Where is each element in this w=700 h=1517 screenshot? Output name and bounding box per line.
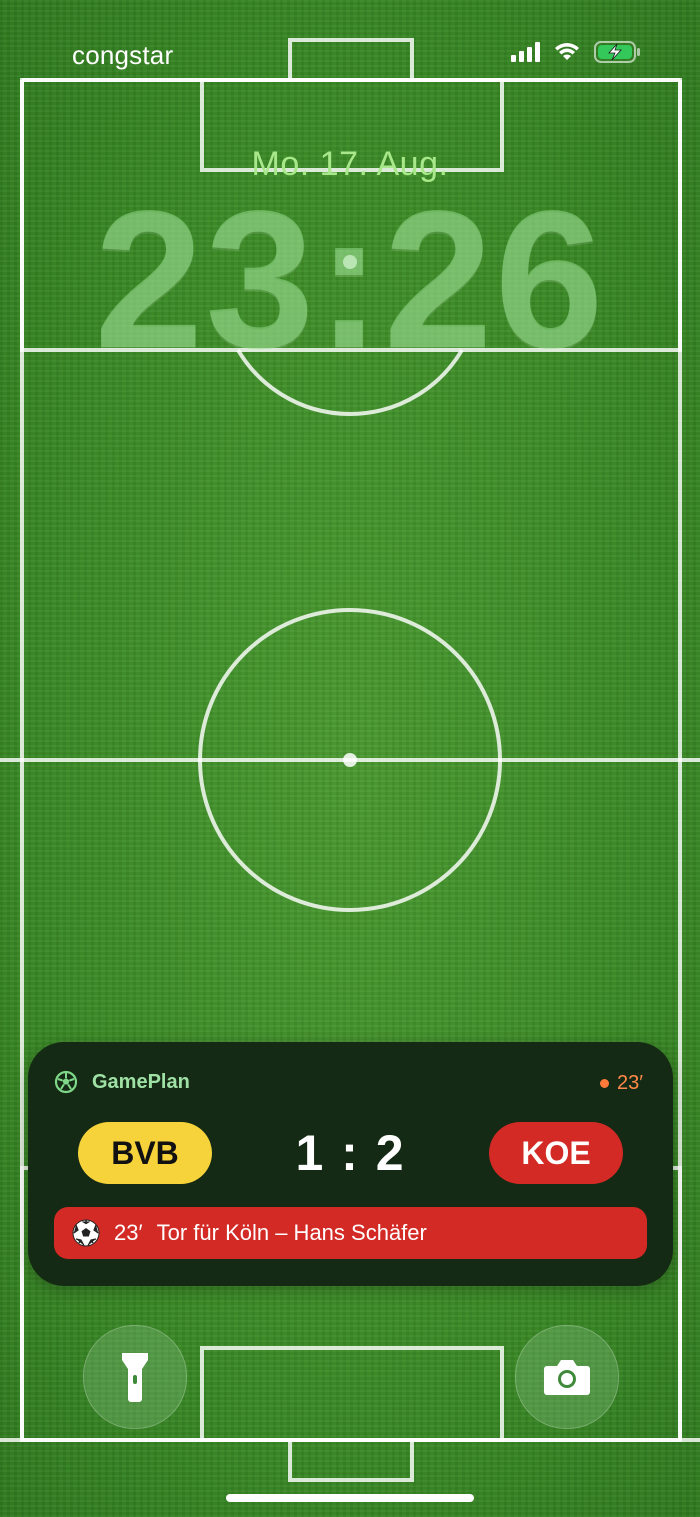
event-minute: 23′ <box>114 1220 143 1245</box>
away-team-badge: KOE <box>489 1122 623 1184</box>
flashlight-icon <box>122 1353 148 1402</box>
event-description: Tor für Köln – Hans Schäfer <box>156 1220 427 1245</box>
goal-event-banner: 23′ Tor für Köln – Hans Schäfer <box>54 1207 647 1259</box>
home-indicator[interactable] <box>226 1494 474 1502</box>
away-team-name: KOE <box>521 1134 591 1171</box>
live-indicator: 23′ <box>600 1072 643 1095</box>
wifi-icon <box>554 42 580 62</box>
live-activity-card[interactable]: GamePlan 23′ BVB 1 : 2 KOE 23′ Tor für K… <box>28 1042 673 1286</box>
soccer-ball-icon <box>54 1070 78 1094</box>
camera-button[interactable] <box>515 1325 619 1429</box>
live-dot-icon <box>600 1079 609 1088</box>
signal-bars-icon <box>511 42 540 62</box>
carrier-name: congstar <box>72 40 174 70</box>
app-name: GamePlan <box>92 1070 190 1093</box>
battery-charging-icon <box>594 40 642 64</box>
camera-icon <box>544 1360 590 1395</box>
live-minute: 23′ <box>617 1072 643 1094</box>
status-bar: congstar <box>0 30 700 80</box>
status-icons <box>511 40 642 64</box>
live-activity-header: GamePlan <box>54 1070 190 1094</box>
soccer-ball-icon <box>72 1219 100 1247</box>
flashlight-button[interactable] <box>83 1325 187 1429</box>
lockscreen-time: 23:26 <box>94 170 606 389</box>
